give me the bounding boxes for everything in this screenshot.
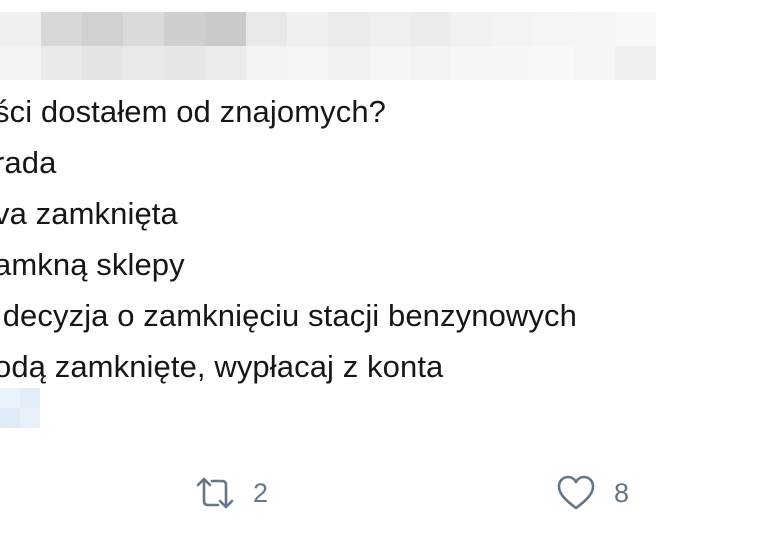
tweet-line: ści dostałem od znajomych? [0,94,387,129]
retweet-icon [193,471,237,515]
pixelated-censor-link [0,388,40,428]
retweet-button[interactable]: 2 [193,468,268,518]
tweet-line: va zamknięta [0,196,178,231]
heart-icon [554,471,598,515]
tweet-line: decyzja o zamknięciu stacji benzynowych [0,298,577,333]
pixelated-censor-header [0,12,656,80]
tweet-line: amkną sklepy [0,247,185,282]
tweet-body: ści dostałem od znajomych? rada va zamkn… [0,86,774,392]
tweet-line: rada [0,145,57,180]
tweet-actions: 2 8 [0,468,780,518]
tweet-line: odą zamknięte, wypłacaj z konta [0,349,444,384]
like-count: 8 [614,477,630,508]
tweet-card: ści dostałem od znajomych? rada va zamkn… [0,0,780,535]
like-button[interactable]: 8 [554,468,629,518]
retweet-count: 2 [253,477,269,508]
